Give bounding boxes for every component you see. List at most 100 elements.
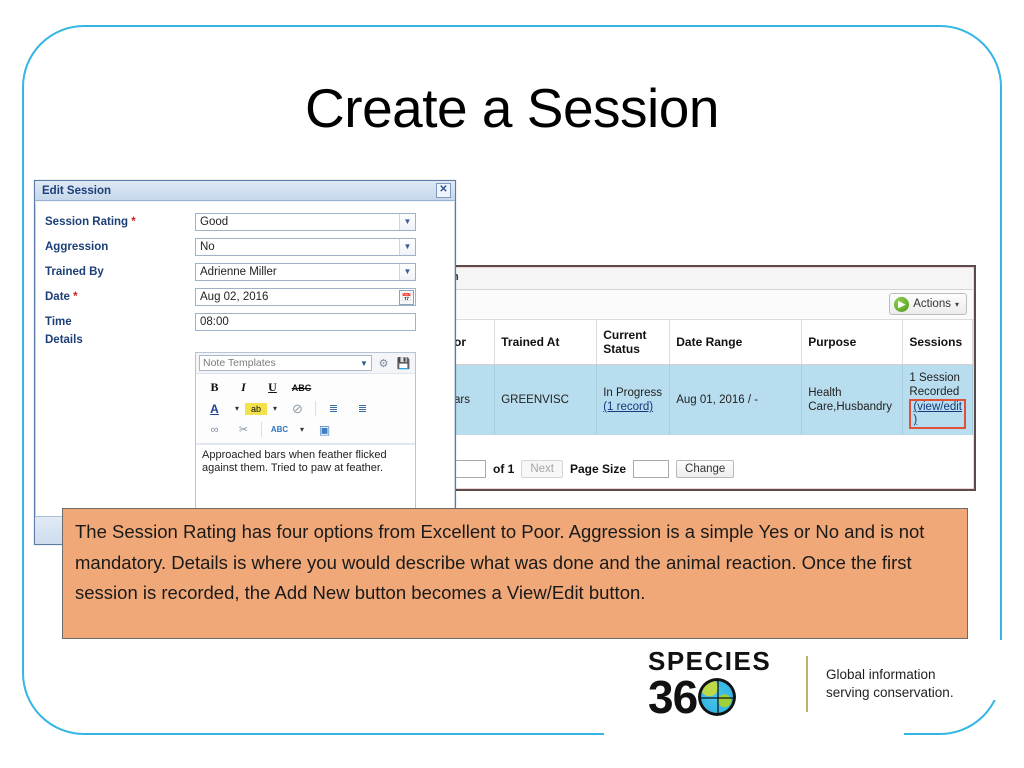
cell-date-range: Aug 01, 2016 / - (669, 364, 803, 435)
dialog-title: Edit Session (42, 184, 112, 197)
font-color-icon[interactable]: A (200, 399, 229, 419)
numbered-list-icon[interactable]: ≣ (348, 399, 377, 419)
note-templates-select[interactable]: Note Templates ▼ (199, 355, 372, 371)
change-page-size-button[interactable]: Change (676, 460, 735, 478)
unlink-icon[interactable]: ✂ (229, 420, 258, 440)
bold-icon[interactable]: B (200, 378, 229, 398)
underline-icon[interactable]: U (258, 378, 287, 398)
save-icon[interactable]: 💾 (395, 356, 412, 371)
label-details: Details (45, 334, 83, 346)
next-page-button[interactable]: Next (521, 460, 563, 478)
chevron-down-icon[interactable]: ▾ (267, 399, 283, 419)
note-templates-row: Note Templates ▼ ⚙ 💾 (196, 353, 415, 374)
label-time: Time (45, 315, 72, 328)
gear-icon[interactable]: ⚙ (375, 356, 392, 371)
label-session-rating-text: Session Rating (45, 215, 132, 228)
control-date: Aug 02, 2016 📅 (195, 287, 416, 306)
link-icon[interactable]: ∞ (200, 420, 229, 440)
chevron-down-icon[interactable]: ▾ (229, 399, 245, 419)
logo-mark: SPECIES 36 (648, 648, 790, 720)
dialog-titlebar[interactable]: Edit Session ✕ (35, 181, 455, 201)
field-row-details: Details (45, 334, 445, 352)
field-row-trained-by: Trained By Adrienne Miller ▼ (45, 259, 445, 284)
sessions-viewedit-link[interactable]: (view/edit ) (913, 401, 962, 426)
background-app-panel: n ▶ Actions ▾ or Trained At Current Stat… (446, 265, 976, 491)
control-time: 08:00 (195, 312, 416, 331)
control-session-rating: Good ▼ (195, 212, 416, 231)
clear-format-icon[interactable]: ⊘ (283, 399, 312, 419)
column-header-sessions[interactable]: Sessions (902, 320, 973, 365)
required-asterisk: * (131, 215, 136, 228)
trained-by-value: Adrienne Miller (200, 265, 277, 278)
actions-button[interactable]: ▶ Actions ▾ (889, 293, 967, 315)
logo-tagline-line1: Global information (826, 667, 936, 682)
session-rating-select[interactable]: Good ▼ (195, 212, 416, 231)
strikethrough-icon[interactable]: ABC (287, 378, 316, 398)
control-trained-by: Adrienne Miller ▼ (195, 262, 416, 281)
grid-toolbar: ▶ Actions ▾ (448, 290, 973, 320)
column-header-trained-at[interactable]: Trained At (494, 320, 598, 365)
green-arrow-icon: ▶ (894, 296, 910, 312)
cell-sessions: 1 Session Recorded (view/edit ) (902, 364, 973, 435)
actions-button-label: Actions (913, 298, 951, 310)
chevron-down-icon[interactable]: ▼ (399, 213, 415, 230)
sessions-count-text: 1 Session Recorded (909, 372, 960, 398)
time-input[interactable]: 08:00 (195, 312, 416, 331)
column-header-current-status[interactable]: Current Status (596, 320, 671, 365)
highlight-color-icon[interactable]: ab (245, 402, 267, 415)
table-row[interactable]: ars GREENVISC In Progress (1 record) Aug… (448, 364, 973, 435)
column-header-purpose[interactable]: Purpose (801, 320, 904, 365)
toolbar-separator (261, 422, 262, 437)
sessions-table: or Trained At Current Status Date Range … (448, 320, 973, 435)
aggression-select[interactable]: No ▼ (195, 237, 416, 256)
details-rich-text-editor: Note Templates ▼ ⚙ 💾 B I U ABC A ▾ ab ▾ ⊘ (195, 352, 416, 516)
fullscreen-icon[interactable]: ▣ (310, 420, 339, 440)
frame-mask (960, 640, 1024, 700)
chevron-down-icon: ▾ (954, 299, 959, 309)
globe-icon (698, 678, 737, 716)
chevron-down-icon[interactable]: ▼ (399, 238, 415, 255)
page-size-input[interactable] (633, 460, 670, 478)
page-title: Create a Session (305, 77, 719, 139)
species360-logo: SPECIES 36 Global information serving co… (648, 648, 954, 720)
cell-current-status: In Progress (1 record) (596, 364, 671, 435)
current-status-record-link[interactable]: (1 record) (603, 400, 663, 414)
details-textarea[interactable]: Approached bars when feather flicked aga… (196, 444, 415, 491)
label-session-rating: Session Rating * (45, 216, 195, 228)
chevron-down-icon[interactable]: ▼ (399, 263, 415, 280)
logo-tagline: Global information serving conservation. (826, 666, 954, 702)
bullet-list-icon[interactable]: ≣ (319, 399, 348, 419)
edit-session-dialog: Edit Session ✕ Session Rating * Good ▼ Ag… (34, 180, 456, 545)
chevron-down-icon[interactable]: ▾ (294, 420, 310, 440)
field-row-aggression: Aggression No ▼ (45, 234, 445, 259)
editor-toolbar-row-3: ∞ ✂ ABC ▾ ▣ (200, 419, 411, 440)
italic-icon[interactable]: I (229, 378, 258, 398)
time-value: 08:00 (200, 315, 229, 328)
calendar-icon[interactable]: 📅 (399, 289, 414, 305)
page-size-label: Page Size (570, 462, 627, 476)
column-header-date-range[interactable]: Date Range (669, 320, 803, 365)
editor-toolbar-row-1: B I U ABC (200, 377, 411, 398)
control-aggression: No ▼ (195, 237, 416, 256)
table-header-row: or Trained At Current Status Date Range … (448, 320, 973, 365)
current-status-text: In Progress (603, 387, 663, 399)
required-asterisk: * (73, 290, 78, 303)
toolbar-separator (315, 401, 316, 416)
logo-tagline-line2: serving conservation. (826, 685, 954, 700)
editor-toolbar: B I U ABC A ▾ ab ▾ ⊘ ≣ ≣ ∞ ✂ ABC ▾ ▣ (196, 374, 415, 444)
app-panel-inner: n ▶ Actions ▾ or Trained At Current Stat… (447, 267, 974, 489)
note-templates-placeholder: Note Templates (203, 357, 276, 369)
cell-purpose: Health Care,Husbandry (801, 364, 904, 435)
dialog-body: Session Rating * Good ▼ Aggression No ▼ Tr… (35, 202, 455, 516)
cell-trained-at: GREENVISC (494, 364, 598, 435)
chevron-down-icon[interactable]: ▼ (357, 356, 371, 370)
spellcheck-icon[interactable]: ABC (265, 420, 294, 440)
date-input[interactable]: Aug 02, 2016 (195, 287, 416, 306)
label-trained-by: Trained By (45, 265, 104, 278)
logo-360-row: 36 (648, 674, 790, 720)
trained-by-select[interactable]: Adrienne Miller ▼ (195, 262, 416, 281)
pager-of-label: of 1 (493, 462, 515, 476)
caption-box: The Session Rating has four options from… (62, 508, 968, 639)
label-aggression: Aggression (45, 240, 109, 253)
close-icon[interactable]: ✕ (436, 183, 451, 198)
